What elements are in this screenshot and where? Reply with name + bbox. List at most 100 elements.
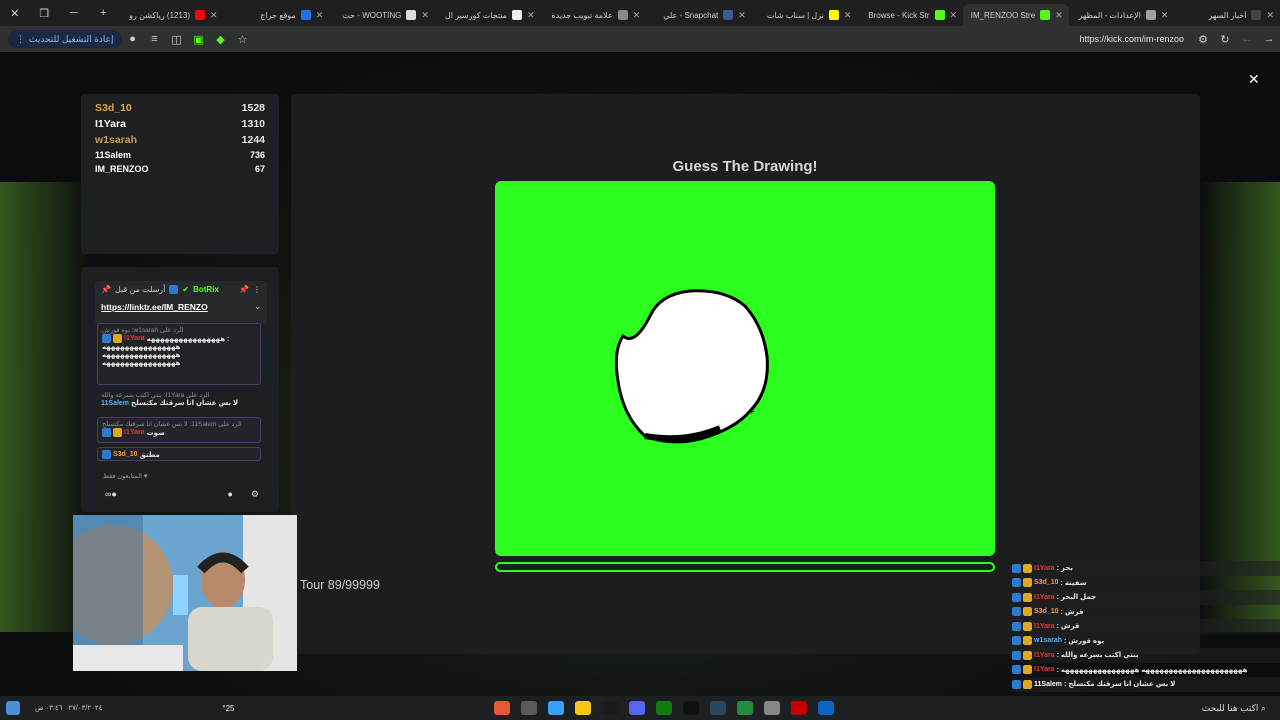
streamer-image [73, 515, 297, 671]
tab-close-icon[interactable]: ✕ [950, 10, 958, 21]
app-icon[interactable] [548, 701, 565, 715]
chat-username[interactable]: I1Yara [1034, 652, 1055, 659]
kick-extension-icon[interactable]: ▣ [188, 33, 210, 46]
browser-tab[interactable]: ✕ نزل | سناب شات [752, 4, 858, 26]
tab-close-icon[interactable]: ✕ [1055, 10, 1063, 21]
app-icon[interactable] [602, 701, 619, 715]
chat-username[interactable]: I1Yara [1034, 666, 1055, 673]
app-icon[interactable] [683, 701, 700, 715]
bookmark-star-icon[interactable]: ☆ [232, 33, 254, 46]
reply-context: الرد على I1Yara: بنتي اكتب بسرعه والله [101, 392, 210, 399]
chat-text: : لا بس عشان انا سرقتك مكتسلح [1064, 681, 1176, 689]
steam-icon[interactable] [710, 701, 727, 715]
chat-username[interactable]: 11Salem [101, 400, 129, 407]
address-bar-url[interactable]: https://kick.com/im-renzoo [1079, 34, 1184, 44]
browser-tab[interactable]: ✕ أخبار السهر [1174, 4, 1280, 26]
tab-favicon-icon [934, 10, 945, 20]
forward-icon[interactable]: ← [1236, 33, 1258, 45]
game-title: Guess The Drawing! [672, 158, 818, 175]
close-icon[interactable]: ✕ [1248, 71, 1260, 88]
chat-username[interactable]: S3d_10 [113, 451, 138, 458]
browser-tab[interactable]: ✕ علامة تبويب جديدة [541, 4, 647, 26]
webcam-feed [73, 515, 297, 671]
chat-settings-icon[interactable]: ⚙ [251, 489, 259, 500]
chat-username[interactable]: I1Yara [124, 335, 145, 342]
xbox-icon[interactable] [656, 701, 673, 715]
tab-close-icon[interactable]: ✕ [421, 10, 429, 21]
tab-close-icon[interactable]: ✕ [527, 10, 535, 21]
chat-username[interactable]: I1Yara [1034, 623, 1055, 630]
tab-close-icon[interactable]: ✕ [316, 10, 324, 21]
tab-title: Browse - Kick Str [868, 10, 930, 20]
restore-window-icon[interactable]: ❐ [31, 7, 57, 20]
shield-extension-icon[interactable]: ◆ [210, 33, 232, 46]
tab-close-icon[interactable]: ✕ [844, 10, 852, 21]
chat-username[interactable]: I1Yara [1034, 594, 1055, 601]
minimize-window-icon[interactable]: ─ [61, 7, 87, 19]
browser-tab[interactable]: ✕ منتجات كورسير ال [435, 4, 541, 26]
tab-close-icon[interactable]: ✕ [1161, 10, 1169, 21]
player-score: 1528 [241, 102, 265, 114]
chat-username[interactable]: w1sarah [1034, 637, 1062, 644]
back-icon[interactable]: → [1258, 33, 1280, 45]
chat-text: ههههههههههههههههه [102, 344, 181, 351]
pinned-menu-icon[interactable]: ⋮ [253, 285, 261, 294]
taskbar-search[interactable]: اكتب هنا للبحث ⌕ [1202, 703, 1266, 714]
pinned-link[interactable]: https://linktr.ee/IM_RENZO [101, 302, 208, 312]
player-score: 67 [254, 164, 265, 174]
app-icon[interactable] [791, 701, 808, 715]
browser-tab[interactable]: ✕ IM_RENZOO Stre [963, 4, 1069, 26]
app-icon[interactable] [575, 701, 592, 715]
chat-username[interactable]: S3d_10 [1034, 608, 1059, 615]
new-tab-icon[interactable]: + [90, 7, 116, 19]
expand-chevron-icon[interactable]: ⌄ [254, 302, 261, 312]
reload-icon[interactable]: ↻ [1214, 33, 1236, 46]
chat-text: : جمل البحر [1056, 594, 1097, 602]
browser-tab[interactable]: ✕ (1213) رياكشن رو [118, 4, 224, 26]
player-name: w1sarah [95, 134, 138, 146]
drawing-canvas[interactable]: + [495, 181, 995, 556]
chat-username[interactable]: 11Salem [1034, 681, 1062, 688]
infinity-icon[interactable]: ∞● [105, 489, 117, 500]
app-icon[interactable] [521, 701, 538, 715]
chat-message: S3d_10 مطنق [97, 447, 261, 461]
chat-username[interactable]: I1Yara [1034, 565, 1055, 572]
badge-icon [1012, 563, 1021, 573]
leaderboard-row: S3d_10 1528 [95, 100, 265, 116]
chrome-icon[interactable] [737, 701, 754, 715]
leaderboard-row: IM_RENZOO 67 [95, 162, 265, 176]
player-name: 11Salem [95, 150, 132, 160]
chat-username[interactable]: S3d_10 [1034, 579, 1059, 586]
chat-text: مطنق [139, 451, 160, 459]
extensions-icon[interactable]: ◫ [166, 33, 188, 46]
browser-tab[interactable]: ✕ موقع جراج [224, 4, 330, 26]
browser-tab[interactable]: ✕ الإعدادات - المظهر [1069, 4, 1175, 26]
app-icon[interactable] [494, 701, 511, 715]
chat-bubble-icon[interactable]: ● [227, 489, 232, 500]
reply-context: الرد على 11Salem: لا بس عشان انا سرقتك م… [102, 421, 242, 428]
browser-tab[interactable]: ✕ Snapchat - علي [646, 4, 752, 26]
discord-icon[interactable] [629, 701, 646, 715]
site-settings-icon[interactable]: ⚙ [1192, 33, 1214, 46]
tab-close-icon[interactable]: ✕ [1266, 10, 1274, 21]
tab-close-icon[interactable]: ✕ [738, 10, 746, 21]
app-icon[interactable] [818, 701, 835, 715]
chat-text: : قرش [1056, 623, 1080, 631]
chat-username[interactable]: I1Yara [124, 429, 145, 436]
pin-toggle-icon[interactable]: 📌 [239, 285, 249, 294]
start-icon[interactable] [5, 701, 20, 715]
tab-title: منتجات كورسير ال [444, 10, 507, 20]
reading-list-icon[interactable]: ≡ [144, 33, 166, 45]
browser-tab[interactable]: ✕ Browse - Kick Str [857, 4, 963, 26]
tab-close-icon[interactable]: ✕ [210, 10, 218, 21]
tab-favicon-icon [1040, 10, 1051, 20]
profile-icon[interactable]: ● [122, 33, 144, 45]
browser-tab[interactable]: ✕ WOOTING - حث [329, 4, 435, 26]
player-name: S3d_10 [95, 102, 132, 114]
chat-message: الرد على w1sarah: بوه قورش I1Yara ههههههه… [97, 323, 261, 385]
restart-to-update-button[interactable]: ⋮ إعادة التشغيل للتحديث [8, 30, 122, 48]
tab-close-icon[interactable]: ✕ [633, 10, 641, 21]
settings-icon[interactable] [764, 701, 781, 715]
sub-badge-icon [1023, 607, 1032, 617]
close-window-icon[interactable]: ✕ [2, 7, 28, 20]
